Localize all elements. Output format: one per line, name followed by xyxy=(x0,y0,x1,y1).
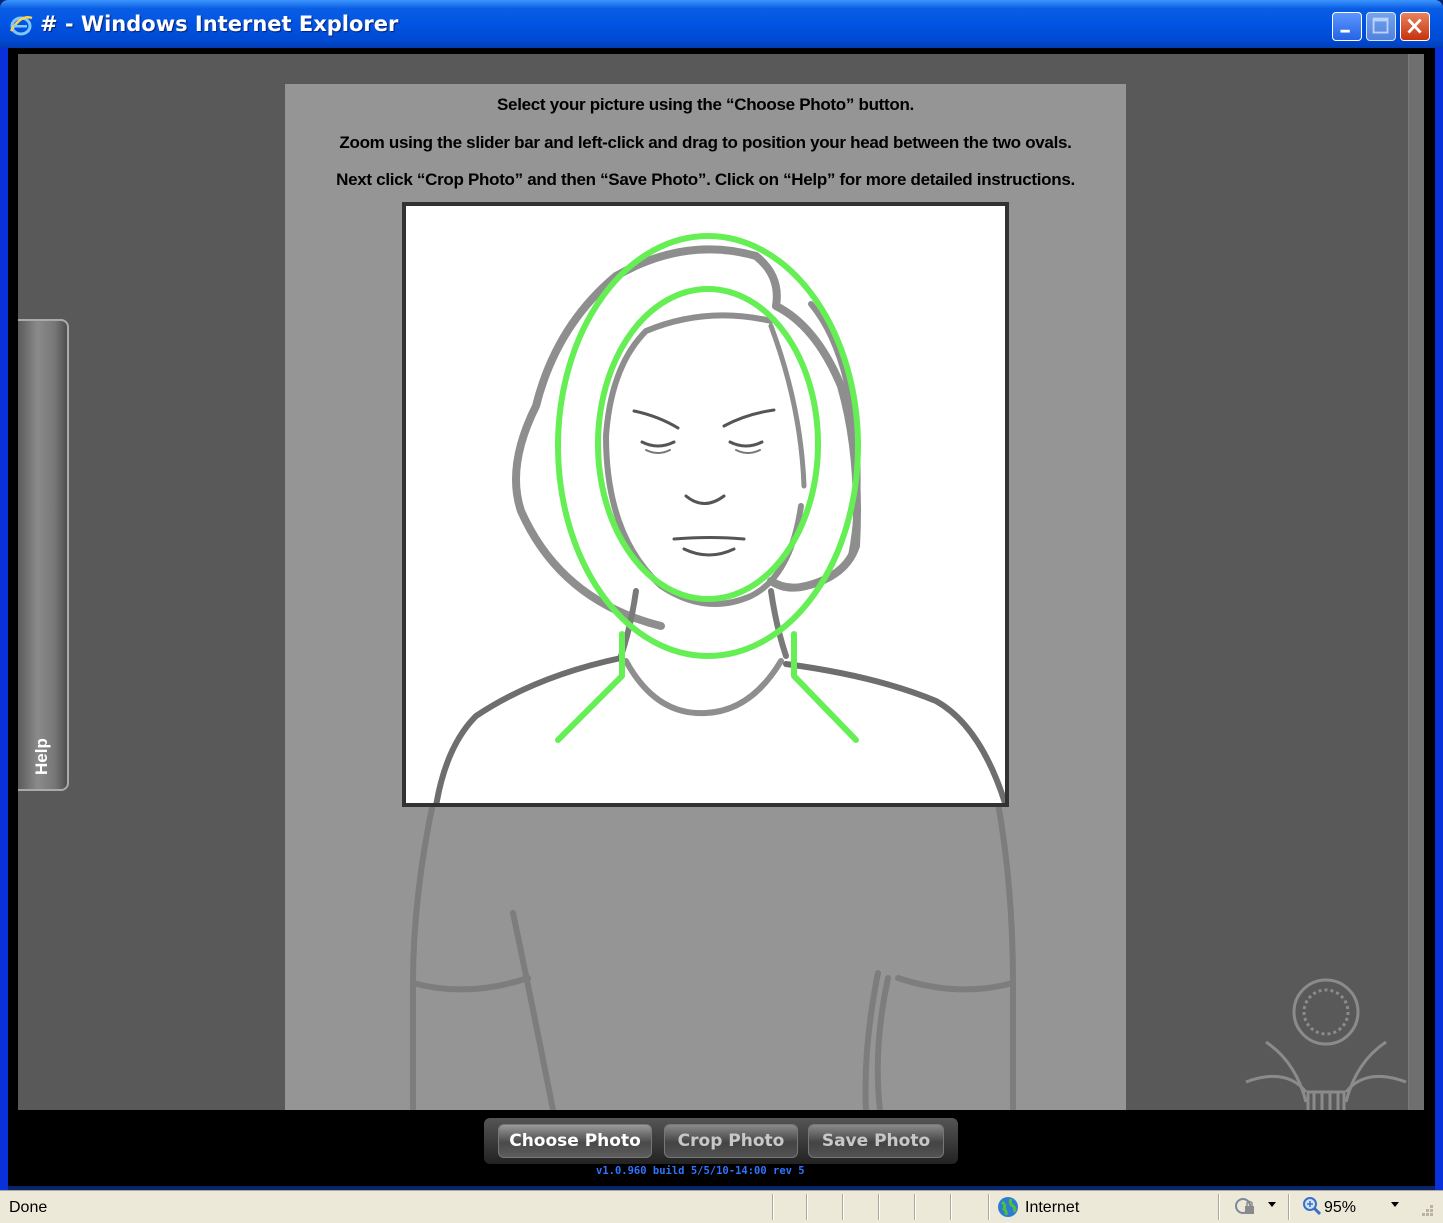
status-separator xyxy=(772,1194,774,1220)
minimize-icon xyxy=(1340,29,1350,33)
protected-mode-icon[interactable] xyxy=(1233,1196,1263,1218)
photo-tool-toolbar: Choose Photo Crop Photo Save Photo v1.0.… xyxy=(8,1110,1435,1186)
save-photo-button[interactable]: Save Photo xyxy=(808,1124,944,1158)
zoom-dropdown-arrow[interactable] xyxy=(1391,1202,1399,1207)
status-separator xyxy=(1218,1194,1220,1220)
action-button-group: Choose Photo Crop Photo Save Photo xyxy=(484,1118,958,1164)
minimize-button[interactable] xyxy=(1332,12,1362,41)
zoom-level: 95% xyxy=(1324,1199,1357,1216)
status-separator xyxy=(1288,1194,1290,1220)
page-content: Select your picture using the “Choose Ph… xyxy=(8,48,1435,1186)
status-separator xyxy=(842,1194,844,1220)
title-bar: # - Windows Internet Explorer xyxy=(0,0,1443,48)
close-button[interactable] xyxy=(1400,12,1430,41)
status-separator xyxy=(806,1194,808,1220)
window-title: # - Windows Internet Explorer xyxy=(40,12,399,36)
security-dropdown-arrow[interactable] xyxy=(1268,1202,1276,1207)
zone-label: Internet xyxy=(1025,1199,1080,1216)
maximize-button[interactable] xyxy=(1366,12,1396,41)
close-icon xyxy=(1407,18,1422,34)
status-separator xyxy=(878,1194,880,1220)
magnifier-icon xyxy=(1303,1197,1322,1216)
status-text: Done xyxy=(9,1199,48,1216)
choose-photo-button[interactable]: Choose Photo xyxy=(498,1124,652,1158)
face-template xyxy=(433,233,1009,809)
window-border-right xyxy=(1435,48,1443,1222)
status-separator xyxy=(950,1194,952,1220)
crop-area[interactable] xyxy=(402,202,1009,809)
window-border-left xyxy=(0,48,8,1222)
crop-photo-button[interactable]: Crop Photo xyxy=(664,1124,798,1158)
maximize-icon xyxy=(1372,17,1389,34)
resize-grip-icon[interactable] xyxy=(1416,1199,1436,1219)
status-bar: Done Internet 95% xyxy=(0,1190,1443,1223)
globe-icon xyxy=(998,1197,1018,1217)
status-separator xyxy=(988,1194,990,1220)
help-tab[interactable]: Help xyxy=(18,319,69,791)
ie-logo-icon xyxy=(9,16,33,36)
help-tab-label: Help xyxy=(32,738,51,775)
status-separator xyxy=(914,1194,916,1220)
version-label: v1.0.960 build 5/5/10-14:00 rev 5 xyxy=(596,1165,805,1177)
